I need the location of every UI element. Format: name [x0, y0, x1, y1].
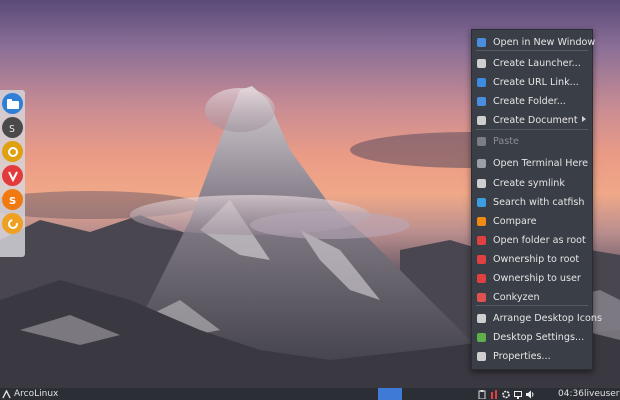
terminal-icon[interactable]: S — [2, 117, 23, 138]
update-icon[interactable] — [2, 213, 23, 234]
menu-item-label: Create URL Link... — [493, 76, 579, 88]
menu-item-search-with-catfish[interactable]: Search with catfish — [472, 193, 592, 211]
files-icon[interactable] — [2, 93, 23, 114]
brand-label: ArcoLinux — [14, 389, 59, 399]
display-icon[interactable] — [514, 390, 522, 399]
menu-item-label: Open Terminal Here — [493, 157, 589, 169]
vivaldi-icon[interactable] — [2, 165, 23, 186]
settings-icon[interactable] — [502, 390, 510, 399]
ownership-root-icon — [477, 254, 486, 264]
menu-item-open-in-new-window[interactable]: Open in New Window — [472, 33, 596, 51]
menu-item-label: Paste — [493, 135, 519, 147]
menu-item-ownership-to-user[interactable]: Ownership to user — [472, 269, 592, 287]
ownership-user-icon — [477, 273, 486, 283]
menu-item-properties[interactable]: Properties... — [472, 347, 592, 365]
menu-item-label: Ownership to user — [493, 272, 581, 284]
menu-item-label: Properties... — [493, 350, 551, 362]
bottom-panel: ArcoLinux 04:36 liveuser — [0, 388, 620, 400]
terminal-icon — [477, 158, 486, 168]
settings-icon[interactable] — [2, 141, 23, 162]
menu-item-create-launcher[interactable]: Create Launcher... — [472, 54, 592, 72]
symlink-icon — [477, 178, 486, 188]
submenu-arrow-icon — [582, 116, 586, 122]
menu-item-label: Create Document — [493, 114, 578, 126]
menu-item-create-document[interactable]: Create Document — [472, 111, 592, 129]
menu-item-label: Compare — [493, 215, 537, 227]
desktop-settings-icon — [477, 332, 486, 342]
launcher-dock: S S — [0, 90, 25, 257]
menu-item-create-url-link[interactable]: Create URL Link... — [472, 73, 592, 91]
menu-item-desktop-settings[interactable]: Desktop Settings... — [472, 328, 592, 346]
folder-icon — [477, 96, 486, 106]
network-icon[interactable] — [490, 389, 498, 399]
menu-item-label: Arrange Desktop Icons — [493, 312, 602, 324]
menu-item-label: Search with catfish — [493, 196, 585, 208]
menu-item-open-terminal-here[interactable]: Open Terminal Here — [472, 154, 592, 172]
menu-item-paste: Paste — [472, 132, 592, 150]
menu-item-ownership-to-root[interactable]: Ownership to root — [472, 250, 592, 268]
desktop-context-menu: Open in New Window Create Launcher... Crea… — [471, 29, 602, 370]
folder-icon — [477, 37, 486, 47]
arrange-icon — [477, 313, 486, 323]
switcher-icon[interactable]: S — [2, 189, 23, 210]
volume-icon[interactable] — [526, 390, 534, 399]
conky-icon — [477, 292, 486, 302]
menu-item-label: Desktop Settings... — [493, 331, 585, 343]
svg-text:S: S — [9, 124, 15, 134]
menu-item-label: Ownership to root — [493, 253, 580, 265]
menu-item-label: Create Launcher... — [493, 57, 581, 69]
clock[interactable]: 04:36 — [558, 388, 584, 400]
menu-item-label: Open folder as root — [493, 234, 586, 246]
menu-separator — [476, 129, 588, 130]
properties-icon — [477, 351, 486, 361]
menu-item-create-symlink[interactable]: Create symlink — [472, 174, 592, 192]
compare-icon — [477, 216, 486, 226]
menu-item-create-folder[interactable]: Create Folder... — [472, 92, 592, 110]
clipboard-icon[interactable] — [478, 389, 486, 399]
menu-item-open-folder-as-root[interactable]: Open folder as root — [472, 231, 592, 249]
arcolinux-logo-icon — [2, 389, 11, 398]
launcher-icon — [477, 58, 486, 68]
system-tray — [478, 388, 534, 400]
paste-icon — [477, 136, 486, 146]
start-menu-button[interactable]: ArcoLinux — [2, 388, 58, 400]
user-label[interactable]: liveuser — [584, 388, 620, 400]
menu-item-conkyzen[interactable]: Conkyzen — [472, 288, 592, 306]
document-icon — [477, 115, 486, 125]
menu-item-label: Conkyzen — [493, 291, 540, 303]
root-folder-icon — [477, 235, 486, 245]
search-icon — [477, 197, 486, 207]
menu-item-compare[interactable]: Compare — [472, 212, 592, 230]
menu-item-label: Create symlink — [493, 177, 565, 189]
link-icon — [477, 77, 486, 87]
menu-item-label: Open in New Window — [493, 36, 596, 48]
menu-item-arrange-desktop-icons[interactable]: Arrange Desktop Icons — [472, 309, 602, 327]
workspace-indicator[interactable] — [378, 388, 402, 400]
svg-text:S: S — [9, 196, 16, 206]
menu-item-label: Create Folder... — [493, 95, 566, 107]
